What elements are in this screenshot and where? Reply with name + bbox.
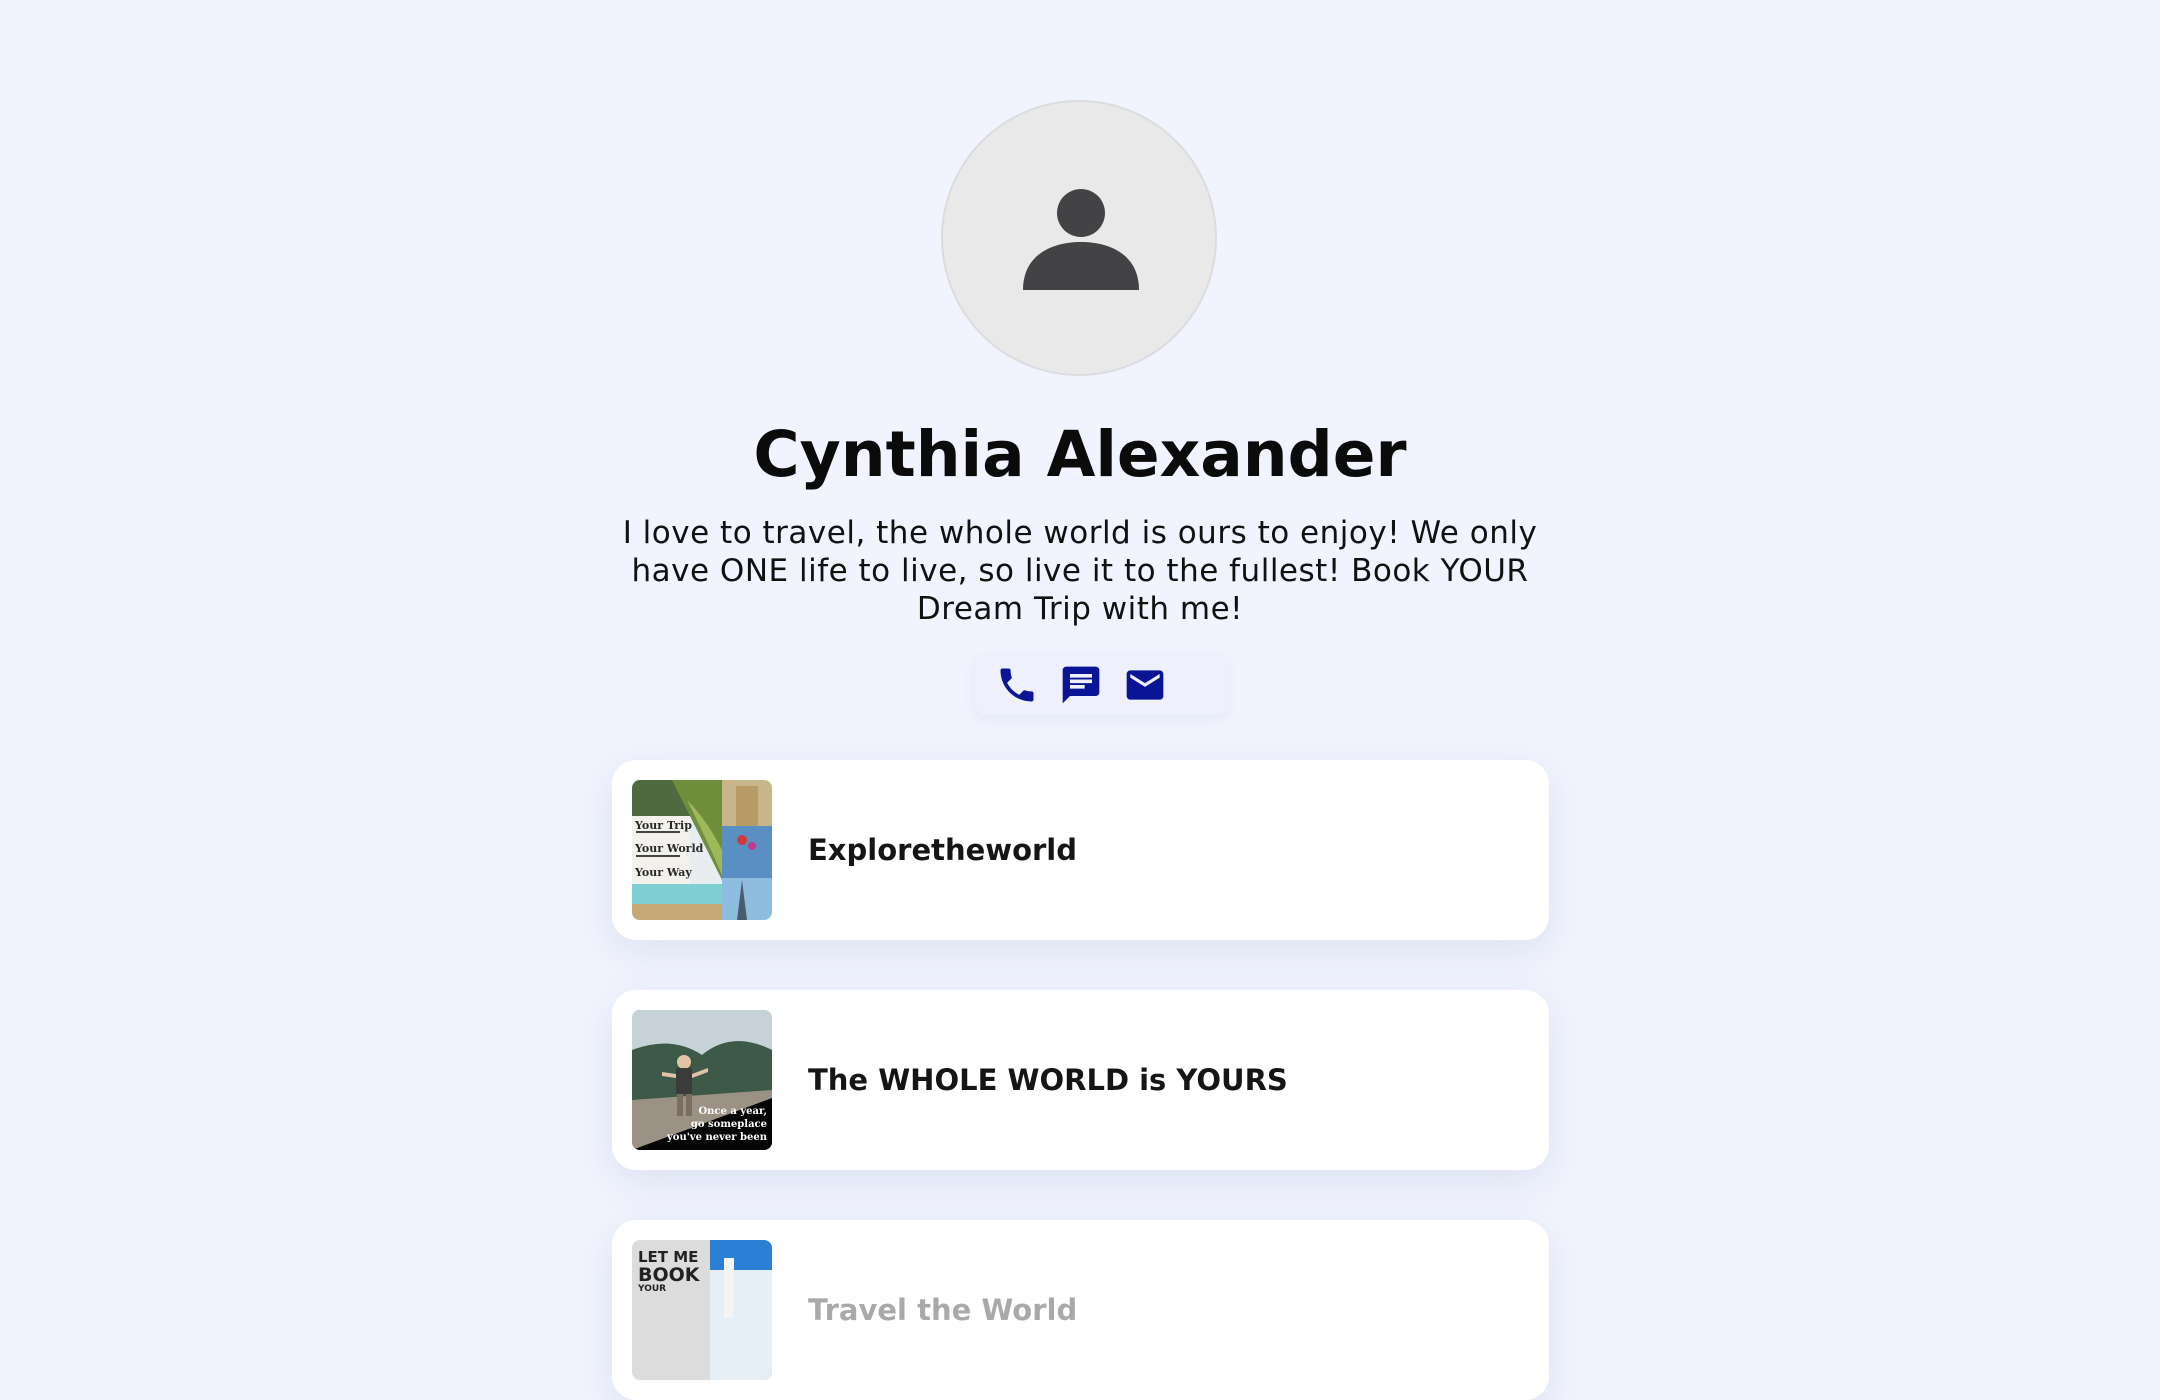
message-icon <box>1062 666 1100 704</box>
thumb-caption: YOUR <box>638 1284 667 1294</box>
link-label: The WHOLE WORLD is YOURS <box>808 1063 1288 1097</box>
link-card-exploretheworld[interactable]: Your Trip Your World Your Way Explorethe… <box>612 760 1549 940</box>
link-thumbnail: LET ME BOOK YOUR <box>632 1240 772 1380</box>
link-label: Travel the World <box>808 1293 1078 1327</box>
link-thumbnail: Once a year, go someplace you've never b… <box>632 1010 772 1150</box>
link-label: Exploretheworld <box>808 833 1078 867</box>
email-icon <box>1126 670 1164 700</box>
message-button[interactable] <box>1059 663 1103 707</box>
thumb-caption: BOOK <box>638 1264 700 1286</box>
thumb-caption: Your World <box>635 842 704 855</box>
link-card-whole-world[interactable]: Once a year, go someplace you've never b… <box>612 990 1549 1170</box>
user-icon <box>1023 189 1139 290</box>
avatar <box>941 100 1217 376</box>
thumb-caption: Your Way <box>635 866 692 879</box>
link-card-travel-the-world[interactable]: LET ME BOOK YOUR Travel the World <box>612 1220 1549 1400</box>
contact-bar <box>975 655 1227 715</box>
link-thumbnail: Your Trip Your World Your Way <box>632 780 772 920</box>
profile-bio: I love to travel, the whole world is our… <box>622 515 1538 627</box>
phone-button[interactable] <box>995 663 1039 707</box>
thumb-caption: Once a year, <box>698 1106 767 1117</box>
profile-name: Cynthia Alexander <box>753 418 1407 491</box>
email-button[interactable] <box>1123 663 1167 707</box>
thumb-caption: you've never been <box>666 1132 767 1143</box>
profile-page: Cynthia Alexander I love to travel, the … <box>0 0 2160 1400</box>
phone-icon <box>1000 668 1034 702</box>
thumb-caption: Your Trip <box>635 819 692 832</box>
thumb-caption: go someplace <box>690 1119 767 1130</box>
